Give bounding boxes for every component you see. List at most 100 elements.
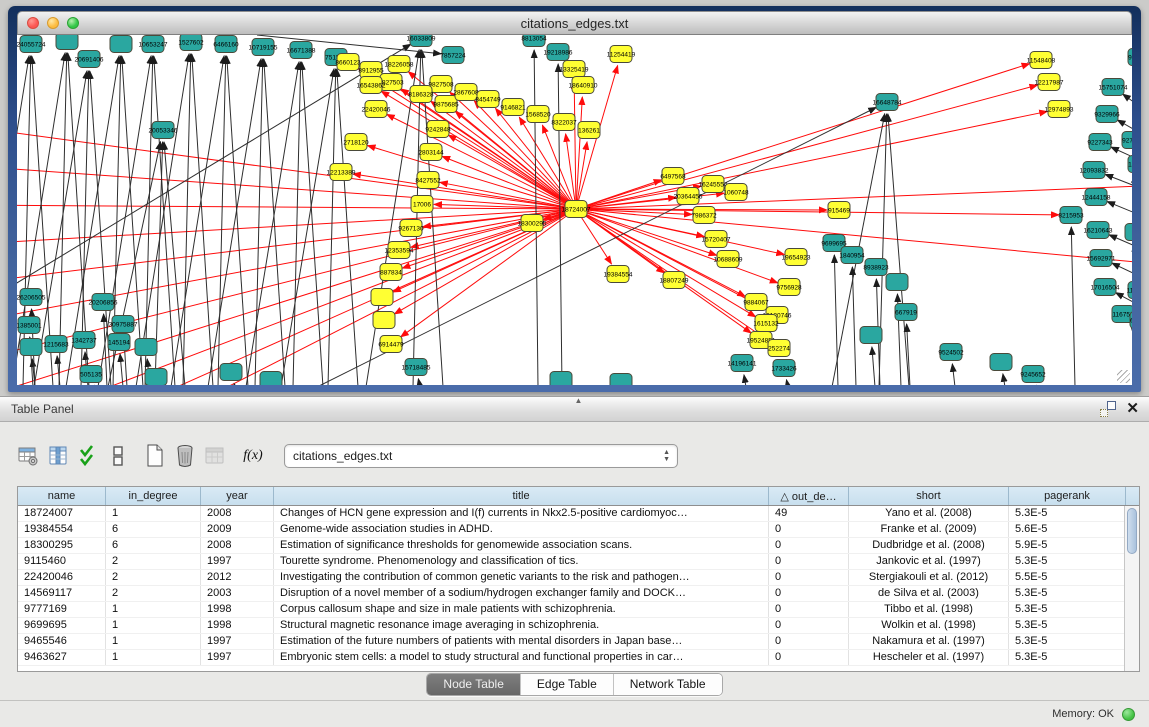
column-header-title[interactable]: title xyxy=(274,487,769,505)
table-cell[interactable]: 22420046 xyxy=(18,570,106,585)
table-cell[interactable]: Structural magnetic resonance image aver… xyxy=(274,618,769,633)
table-row[interactable]: 977716911998Corpus callosum shape and si… xyxy=(18,602,1139,618)
graph-edge[interactable] xyxy=(255,59,263,385)
graph-edge[interactable] xyxy=(227,56,248,385)
graph-node[interactable] xyxy=(145,369,167,386)
tab-edge-table[interactable]: Edge Table xyxy=(521,674,614,695)
table-cell[interactable]: 2003 xyxy=(201,586,274,601)
memory-ok-icon[interactable] xyxy=(1122,708,1135,721)
graph-node[interactable] xyxy=(220,364,242,381)
table-cell[interactable]: 0 xyxy=(769,602,849,617)
table-cell[interactable]: Wolkin et al. (1998) xyxy=(849,618,1009,633)
table-cell[interactable]: 0 xyxy=(769,570,849,585)
table-cell[interactable]: 18724007 xyxy=(18,506,106,521)
table-cell[interactable]: 2009 xyxy=(201,522,274,537)
table-cell[interactable]: 0 xyxy=(769,586,849,601)
table-cell[interactable]: 2012 xyxy=(201,570,274,585)
column-header-pagerank[interactable]: pagerank xyxy=(1009,487,1126,505)
graph-edge[interactable] xyxy=(1107,202,1132,213)
graph-edge[interactable] xyxy=(264,59,285,385)
table-cell[interactable]: 5.3E-5 xyxy=(1009,506,1126,521)
graph-node[interactable] xyxy=(860,327,882,344)
graph-edge[interactable] xyxy=(183,54,191,385)
table-cell[interactable]: Genome-wide association studies in ADHD. xyxy=(274,522,769,537)
window-resize-grip[interactable] xyxy=(1117,370,1130,383)
table-cell[interactable]: 1 xyxy=(106,618,201,633)
unselect-all-button[interactable] xyxy=(104,441,134,471)
graph-node[interactable] xyxy=(110,36,132,53)
graph-edge[interactable] xyxy=(281,69,334,385)
node-table[interactable]: namein_degreeyeartitle△ out_de…shortpage… xyxy=(17,486,1140,672)
graph-edge[interactable] xyxy=(576,185,1132,209)
table-cell[interactable]: 1997 xyxy=(201,634,274,649)
table-cell[interactable]: 5.3E-5 xyxy=(1009,634,1126,649)
table-cell[interactable]: 5.5E-5 xyxy=(1009,570,1126,585)
delete-table-button[interactable] xyxy=(200,441,230,471)
float-panel-icon[interactable] xyxy=(1100,401,1116,417)
table-cell[interactable]: Investigating the contribution of common… xyxy=(274,570,769,585)
table-row[interactable]: 1938455462009Genome-wide association stu… xyxy=(18,522,1139,538)
table-cell[interactable]: 5.9E-5 xyxy=(1009,538,1126,553)
table-cell[interactable]: 19384554 xyxy=(18,522,106,537)
column-header-name[interactable]: name xyxy=(18,487,106,505)
table-row[interactable]: 911546021997Tourette syndrome. Phenomeno… xyxy=(18,554,1139,570)
table-cell[interactable]: Nakamura et al. (1997) xyxy=(849,634,1009,649)
table-cell[interactable]: Hescheler et al. (1997) xyxy=(849,650,1009,665)
table-cell[interactable]: Changes of HCN gene expression and I(f) … xyxy=(274,506,769,521)
table-cell[interactable]: Embryonic stem cells: a model to study s… xyxy=(274,650,769,665)
table-cell[interactable]: 1 xyxy=(106,634,201,649)
graph-edge[interactable] xyxy=(1071,227,1075,385)
table-mode-button[interactable] xyxy=(14,441,44,471)
table-cell[interactable]: 6 xyxy=(106,522,201,537)
table-cell[interactable]: Tibbo et al. (1998) xyxy=(849,602,1009,617)
graph-edge[interactable] xyxy=(1105,174,1132,186)
column-header-in_degree[interactable]: in_degree xyxy=(106,487,201,505)
window-titlebar[interactable]: citations_edges.txt xyxy=(17,11,1132,35)
table-cell[interactable]: 1998 xyxy=(201,602,274,617)
table-cell[interactable]: 0 xyxy=(769,554,849,569)
graph-edge[interactable] xyxy=(192,54,213,385)
graph-edge[interactable] xyxy=(218,56,226,385)
table-row[interactable]: 1872400712008Changes of HCN gene express… xyxy=(18,506,1139,522)
table-selector-dropdown[interactable]: citations_edges.txt ▲▼ xyxy=(284,444,678,468)
table-cell[interactable]: 0 xyxy=(769,618,849,633)
table-cell[interactable]: 14569117 xyxy=(18,586,106,601)
table-body[interactable]: 18724007 1 2008 Changes of HCN gene express… xyxy=(18,506,1139,666)
graph-edge[interactable] xyxy=(23,56,31,385)
table-cell[interactable]: 49 xyxy=(769,506,849,521)
graph-edge[interactable] xyxy=(952,364,955,385)
table-cell[interactable]: 2 xyxy=(106,586,201,601)
table-cell[interactable]: 0 xyxy=(769,634,849,649)
graph-edge[interactable] xyxy=(744,375,746,385)
table-cell[interactable]: 5.3E-5 xyxy=(1009,586,1126,601)
graph-edge[interactable] xyxy=(576,64,1030,209)
network-canvas[interactable]: 1872400724055724206914061065324715276026… xyxy=(17,35,1132,385)
graph-edge[interactable] xyxy=(576,111,1047,209)
table-cell[interactable]: Jankovic et al. (1997) xyxy=(849,554,1009,569)
table-cell[interactable]: 1998 xyxy=(201,618,274,633)
table-cell[interactable]: 6 xyxy=(106,538,201,553)
table-cell[interactable]: 2008 xyxy=(201,538,274,553)
table-cell[interactable]: 9115460 xyxy=(18,554,106,569)
table-cell[interactable]: 5.3E-5 xyxy=(1009,602,1126,617)
network-graph[interactable]: 1872400724055724206914061065324715276026… xyxy=(17,35,1132,385)
graph-edge[interactable] xyxy=(1117,120,1132,130)
graph-edge[interactable] xyxy=(328,69,336,385)
graph-edge[interactable] xyxy=(145,56,153,385)
table-cell[interactable]: 9699695 xyxy=(18,618,106,633)
table-cell[interactable]: Estimation of the future numbers of pati… xyxy=(274,634,769,649)
graph-edge[interactable] xyxy=(1112,263,1132,274)
graph-edge[interactable] xyxy=(293,62,301,385)
table-cell[interactable]: 5.3E-5 xyxy=(1009,650,1126,665)
table-cell[interactable]: 18300295 xyxy=(18,538,106,553)
graph-edge[interactable] xyxy=(387,114,576,209)
delete-column-button[interactable] xyxy=(170,441,200,471)
graph-edge[interactable] xyxy=(558,64,562,385)
table-cell[interactable]: 2 xyxy=(106,570,201,585)
graph-node[interactable] xyxy=(373,312,395,329)
table-cell[interactable]: Tourette syndrome. Phenomenology and cla… xyxy=(274,554,769,569)
graph-node[interactable] xyxy=(1125,224,1132,241)
graph-node[interactable] xyxy=(990,354,1012,371)
table-cell[interactable]: Corpus callosum shape and size in male p… xyxy=(274,602,769,617)
column-header-short[interactable]: short xyxy=(849,487,1009,505)
